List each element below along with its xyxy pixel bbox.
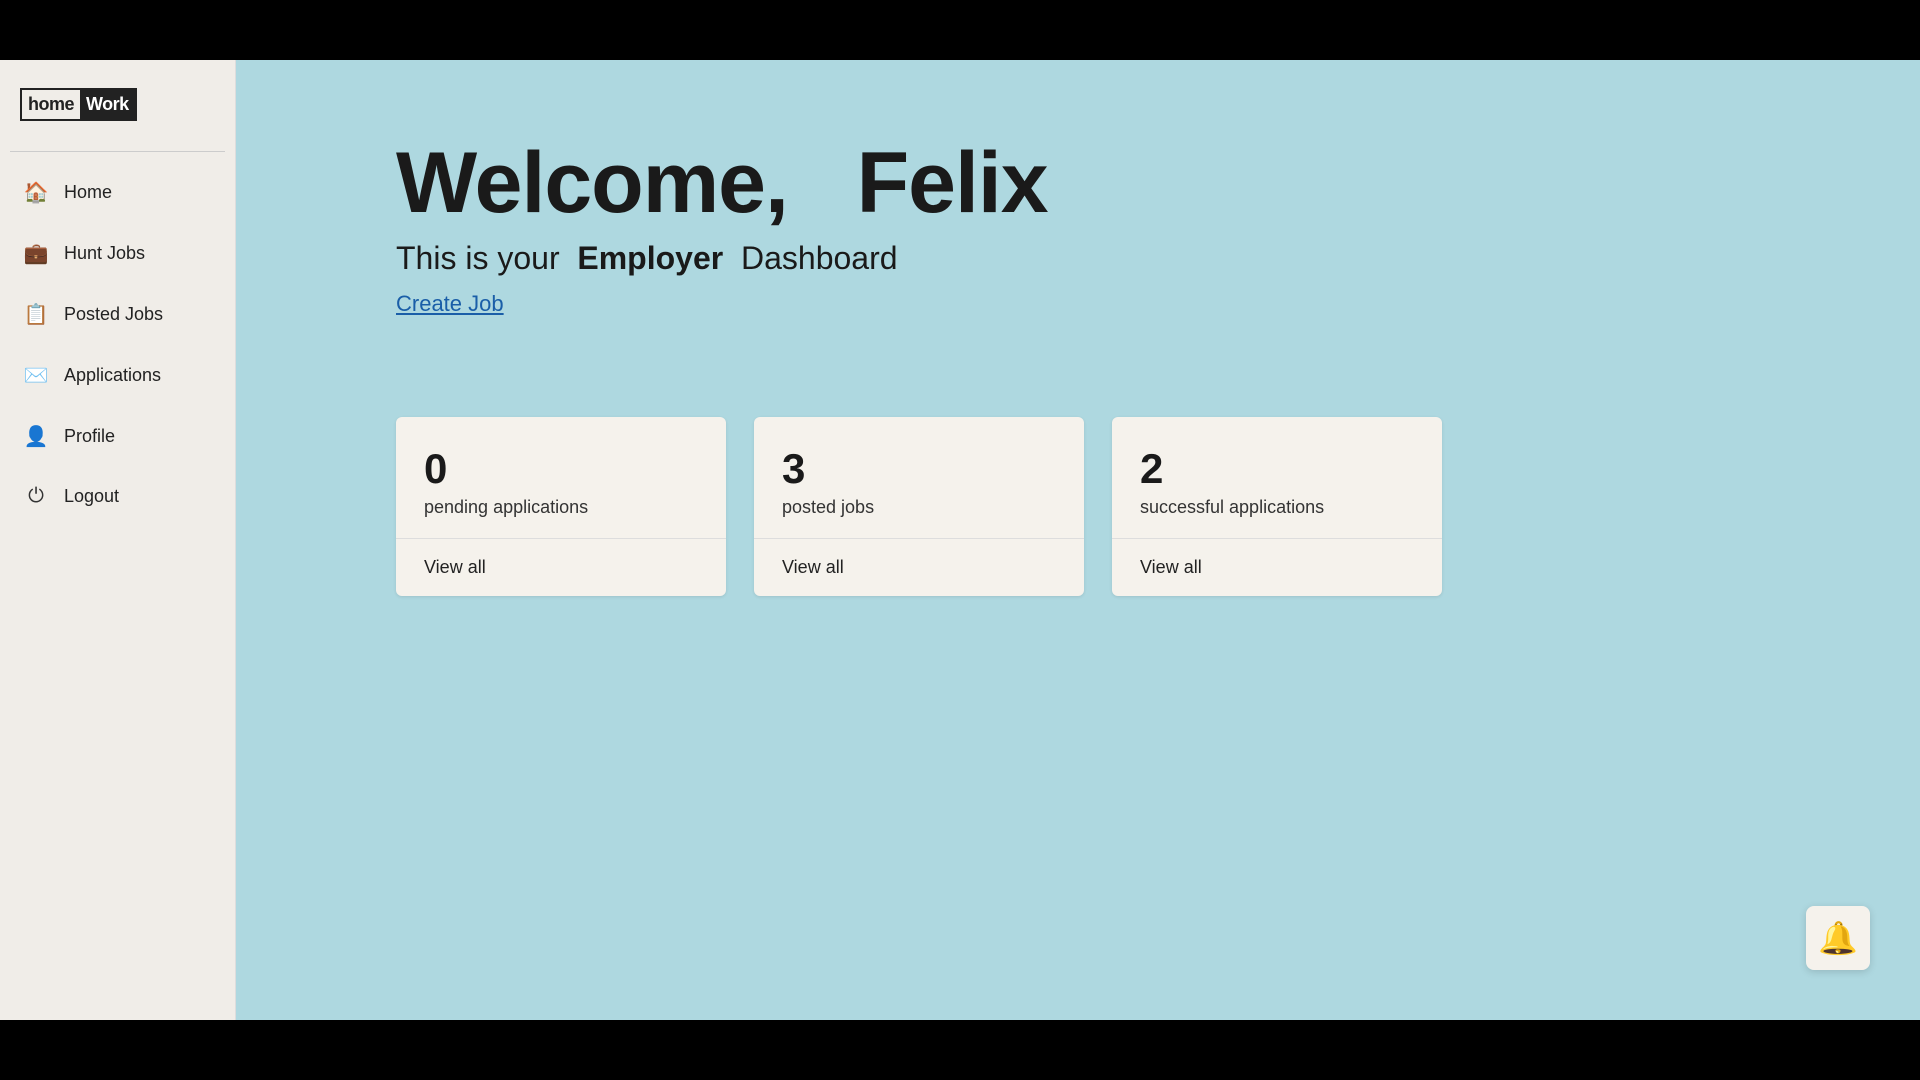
subtitle-suffix: Dashboard — [741, 240, 898, 276]
card-successful-applications: 2 successful applications View all — [1112, 417, 1442, 596]
hunt-jobs-icon: 💼 — [24, 241, 48, 266]
card-label-successful: successful applications — [1140, 497, 1324, 517]
card-label-pending: pending applications — [424, 497, 588, 517]
create-job-link[interactable]: Create Job — [396, 291, 504, 317]
card-footer-posted[interactable]: View all — [754, 539, 1084, 596]
card-top-successful: 2 successful applications — [1112, 417, 1442, 539]
cards-row: 0 pending applications View all 3 posted… — [396, 417, 1800, 596]
sidebar-label-profile: Profile — [64, 426, 115, 447]
sidebar-item-applications[interactable]: ✉️ Applications — [0, 345, 235, 406]
profile-icon: 👤 — [24, 424, 48, 449]
bell-icon: 🔔 — [1818, 919, 1858, 957]
applications-icon: ✉️ — [24, 363, 48, 388]
card-count-pending: 0 — [424, 445, 698, 493]
logout-icon: ⏻ — [24, 485, 48, 508]
logo-home: home — [22, 90, 80, 119]
sidebar-item-logout[interactable]: ⏻ Logout — [0, 467, 235, 526]
logo-work: Work — [80, 90, 135, 119]
subtitle-prefix: This is your — [396, 240, 560, 276]
sidebar-label-posted-jobs: Posted Jobs — [64, 304, 163, 325]
notification-bell[interactable]: 🔔 — [1806, 906, 1870, 970]
sidebar-divider — [10, 151, 225, 152]
bottom-bar — [0, 1020, 1920, 1080]
card-footer-successful[interactable]: View all — [1112, 539, 1442, 596]
subtitle: This is your Employer Dashboard — [396, 240, 1800, 277]
view-all-pending[interactable]: View all — [424, 557, 486, 577]
sidebar-label-hunt-jobs: Hunt Jobs — [64, 243, 145, 264]
card-count-posted: 3 — [782, 445, 1056, 493]
sidebar-nav: 🏠 Home 💼 Hunt Jobs 📋 Posted Jobs ✉️ Appl… — [0, 162, 235, 526]
home-icon: 🏠 — [24, 180, 48, 205]
card-count-successful: 2 — [1140, 445, 1414, 493]
card-top-posted: 3 posted jobs — [754, 417, 1084, 539]
sidebar-item-home[interactable]: 🏠 Home — [0, 162, 235, 223]
sidebar-item-posted-jobs[interactable]: 📋 Posted Jobs — [0, 284, 235, 345]
subtitle-bold: Employer — [577, 240, 723, 276]
main-content: Welcome, Felix This is your Employer Das… — [236, 60, 1920, 1020]
sidebar: home Work 🏠 Home 💼 Hunt Jobs 📋 Posted Jo… — [0, 60, 236, 1020]
card-label-posted: posted jobs — [782, 497, 874, 517]
card-footer-pending[interactable]: View all — [396, 539, 726, 596]
sidebar-item-profile[interactable]: 👤 Profile — [0, 406, 235, 467]
logo[interactable]: home Work — [20, 88, 137, 121]
top-bar — [0, 0, 1920, 60]
card-pending-applications: 0 pending applications View all — [396, 417, 726, 596]
logo-area: home Work — [0, 60, 235, 141]
welcome-prefix: Welcome, — [396, 135, 788, 231]
welcome-heading: Welcome, Felix — [396, 140, 1800, 226]
sidebar-label-logout: Logout — [64, 486, 119, 507]
posted-jobs-icon: 📋 — [24, 302, 48, 327]
sidebar-item-hunt-jobs[interactable]: 💼 Hunt Jobs — [0, 223, 235, 284]
view-all-posted[interactable]: View all — [782, 557, 844, 577]
sidebar-label-home: Home — [64, 182, 112, 203]
sidebar-label-applications: Applications — [64, 365, 161, 386]
card-posted-jobs: 3 posted jobs View all — [754, 417, 1084, 596]
card-top-pending: 0 pending applications — [396, 417, 726, 539]
view-all-successful[interactable]: View all — [1140, 557, 1202, 577]
user-name: Felix — [857, 135, 1048, 231]
